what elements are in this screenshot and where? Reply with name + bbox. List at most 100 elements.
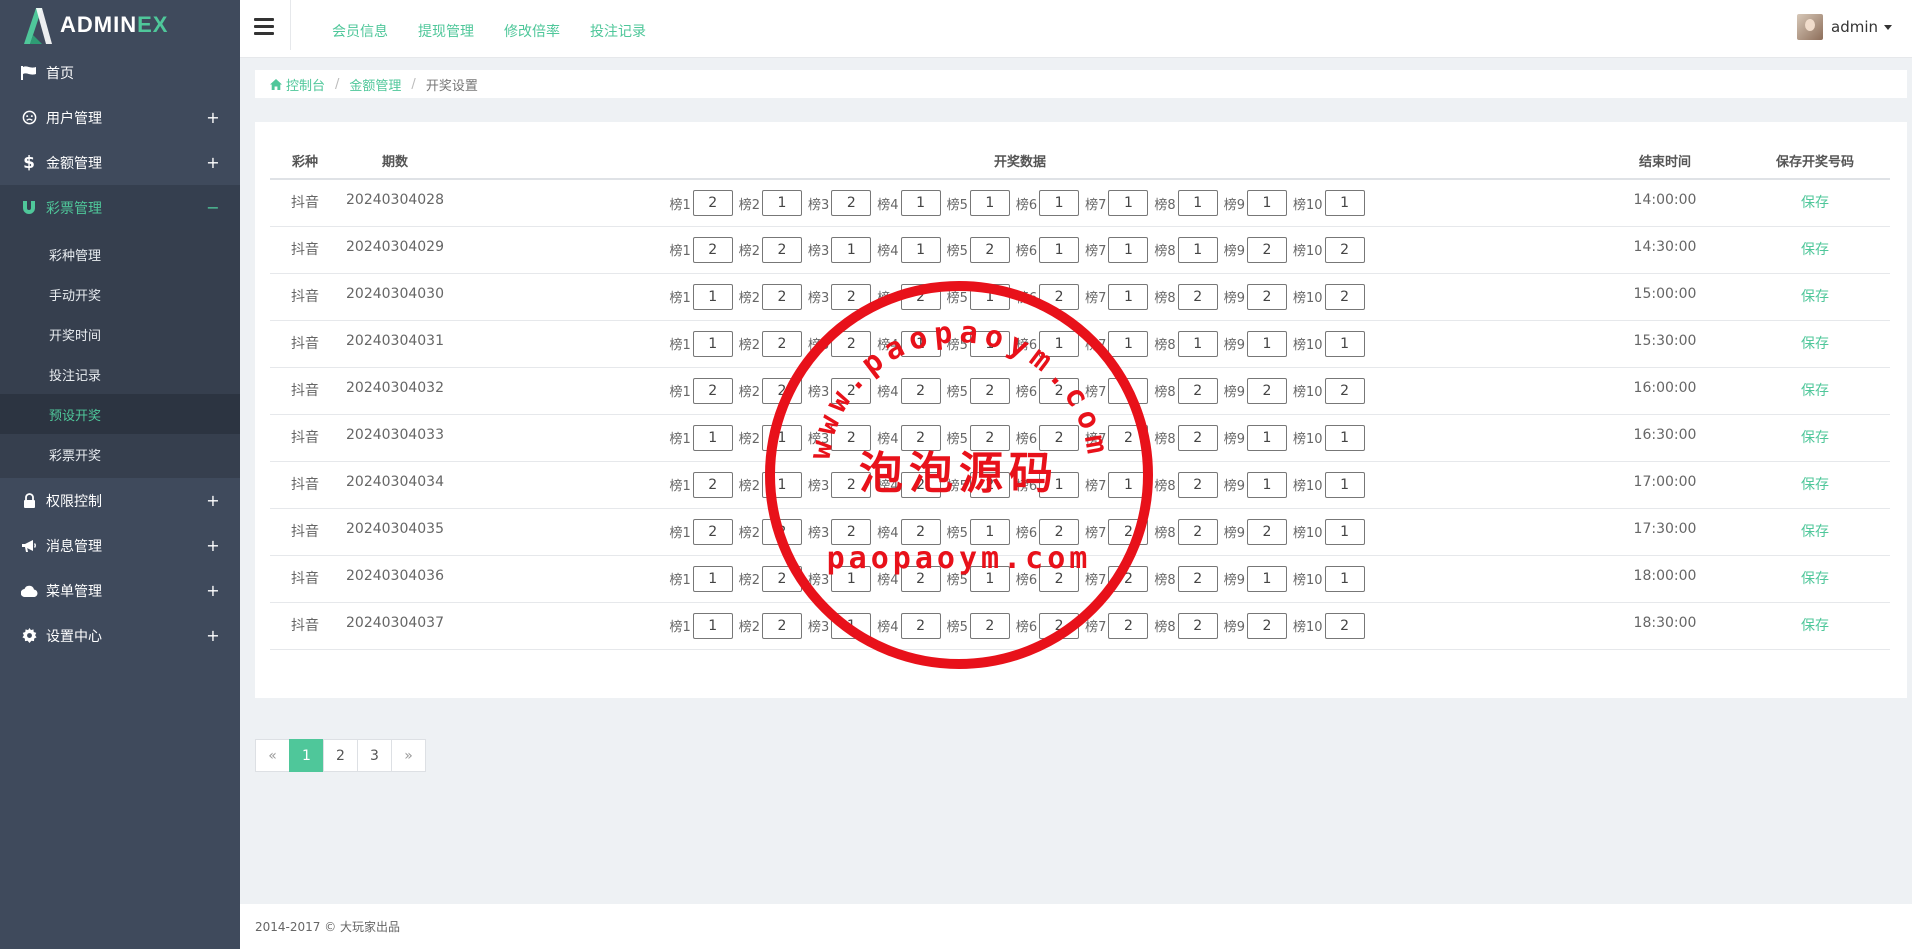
save-button[interactable]: 保存 [1801, 571, 1829, 587]
draw-value-input[interactable]: 2 [831, 424, 872, 451]
draw-value-input[interactable]: 1 [969, 190, 1010, 216]
draw-value-input[interactable]: 2 [1108, 424, 1149, 451]
draw-value-input[interactable]: 1 [1039, 236, 1080, 263]
draw-value-input[interactable]: 2 [1177, 471, 1218, 498]
save-button[interactable]: 保存 [1801, 242, 1829, 258]
save-button[interactable]: 保存 [1801, 618, 1829, 634]
draw-value-input[interactable]: 1 [692, 330, 733, 357]
submenu-lottery-draw[interactable]: 彩票开奖 [0, 434, 240, 474]
draw-value-input[interactable]: 1 [969, 518, 1010, 545]
draw-value-input[interactable]: 1 [1324, 424, 1365, 451]
draw-value-input[interactable]: 2 [1039, 377, 1080, 404]
draw-value-input[interactable]: 2 [1177, 283, 1218, 310]
save-button[interactable]: 保存 [1801, 524, 1829, 540]
draw-value-input[interactable]: 1 [1246, 424, 1287, 451]
draw-value-input[interactable]: 2 [1177, 518, 1218, 545]
sidebar-item-permissions[interactable]: 权限控制 + [0, 478, 240, 523]
top-link-bet-records[interactable]: 投注记录 [590, 21, 646, 41]
user-menu[interactable]: admin [1797, 14, 1892, 40]
brand-logo[interactable]: ADMINEX [0, 0, 240, 50]
sidebar-item-home[interactable]: 首页 [0, 50, 240, 95]
draw-value-input[interactable]: 2 [762, 377, 803, 404]
draw-value-input[interactable]: 2 [1246, 283, 1287, 310]
draw-value-input[interactable]: 1 [692, 283, 733, 310]
draw-value-input[interactable]: 2 [1039, 612, 1080, 639]
draw-value-input[interactable]: 1 [1039, 190, 1080, 216]
draw-value-input[interactable]: 1 [1177, 330, 1218, 357]
draw-value-input[interactable]: 2 [831, 283, 872, 310]
draw-value-input[interactable]: 2 [1108, 565, 1149, 592]
draw-value-input[interactable]: 2 [1246, 377, 1287, 404]
draw-value-input[interactable]: 2 [1246, 612, 1287, 639]
draw-value-input[interactable]: 2 [1324, 377, 1365, 404]
save-button[interactable]: 保存 [1801, 336, 1829, 352]
draw-value-input[interactable]: 2 [692, 471, 733, 498]
top-link-withdrawals[interactable]: 提现管理 [418, 21, 474, 41]
draw-value-input[interactable]: 2 [762, 565, 803, 592]
submenu-bet-records[interactable]: 投注记录 [0, 354, 240, 394]
draw-value-input[interactable]: 1 [1324, 330, 1365, 357]
draw-value-input[interactable]: 2 [969, 236, 1010, 263]
sidebar-item-finance[interactable]: $ 金额管理 + [0, 140, 240, 185]
draw-value-input[interactable]: 2 [762, 612, 803, 639]
draw-value-input[interactable]: 2 [762, 236, 803, 263]
draw-value-input[interactable]: 2 [831, 330, 872, 357]
draw-value-input[interactable]: 1 [1108, 283, 1149, 310]
draw-value-input[interactable]: 2 [1177, 612, 1218, 639]
draw-value-input[interactable]: 1 [1246, 330, 1287, 357]
draw-value-input[interactable]: 1 [1108, 330, 1149, 357]
submenu-draw-time[interactable]: 开奖时间 [0, 314, 240, 354]
draw-value-input[interactable]: 2 [900, 424, 941, 451]
draw-value-input[interactable]: 2 [969, 424, 1010, 451]
draw-value-input[interactable]: 2 [1246, 518, 1287, 545]
breadcrumb-home[interactable]: 控制台 [286, 75, 325, 94]
draw-value-input[interactable]: 1 [1177, 190, 1218, 216]
pagination-prev[interactable]: « [255, 739, 290, 772]
draw-value-input[interactable]: 1 [1324, 518, 1365, 545]
pagination-page[interactable]: 3 [357, 739, 392, 772]
draw-value-input[interactable]: 2 [692, 236, 733, 263]
draw-value-input[interactable]: 2 [1324, 236, 1365, 263]
draw-value-input[interactable]: 1 [969, 565, 1010, 592]
draw-value-input[interactable]: 2 [1177, 565, 1218, 592]
draw-value-input[interactable]: 2 [762, 283, 803, 310]
draw-value-input[interactable]: 2 [900, 283, 941, 310]
draw-value-input[interactable]: 2 [969, 471, 1010, 498]
draw-value-input[interactable]: 1 [692, 424, 733, 451]
draw-value-input[interactable]: 1 [831, 236, 872, 263]
sidebar-item-users[interactable]: 用户管理 + [0, 95, 240, 140]
draw-value-input[interactable]: 2 [1177, 377, 1218, 404]
draw-value-input[interactable]: 2 [692, 377, 733, 404]
draw-value-input[interactable]: 2 [1177, 424, 1218, 451]
draw-value-input[interactable]: 2 [831, 377, 872, 404]
draw-value-input[interactable]: 2 [900, 518, 941, 545]
save-button[interactable]: 保存 [1801, 477, 1829, 493]
draw-value-input[interactable]: 2 [1108, 612, 1149, 639]
draw-value-input[interactable]: 2 [969, 377, 1010, 404]
draw-value-input[interactable]: 1 [831, 612, 872, 639]
draw-value-input[interactable]: 1 [1324, 471, 1365, 498]
draw-value-input[interactable]: 1 [1246, 471, 1287, 498]
draw-value-input[interactable]: 1 [1324, 190, 1365, 216]
draw-value-input[interactable]: 2 [900, 471, 941, 498]
draw-value-input[interactable]: 2 [900, 377, 941, 404]
draw-value-input[interactable]: 2 [762, 330, 803, 357]
draw-value-input[interactable]: 1 [1108, 377, 1149, 404]
draw-value-input[interactable]: 1 [969, 283, 1010, 310]
draw-value-input[interactable]: 2 [1324, 283, 1365, 310]
submenu-manual-draw[interactable]: 手动开奖 [0, 274, 240, 314]
draw-value-input[interactable]: 1 [1039, 330, 1080, 357]
top-link-member-info[interactable]: 会员信息 [332, 21, 388, 41]
draw-value-input[interactable]: 1 [692, 612, 733, 639]
draw-value-input[interactable]: 1 [1177, 236, 1218, 263]
draw-value-input[interactable]: 1 [831, 565, 872, 592]
draw-value-input[interactable]: 2 [1039, 518, 1080, 545]
draw-value-input[interactable]: 1 [1108, 471, 1149, 498]
draw-value-input[interactable]: 1 [900, 236, 941, 263]
draw-value-input[interactable]: 2 [900, 565, 941, 592]
draw-value-input[interactable]: 1 [762, 424, 803, 451]
save-button[interactable]: 保存 [1801, 430, 1829, 446]
draw-value-input[interactable]: 1 [1246, 190, 1287, 216]
submenu-lottery-types[interactable]: 彩种管理 [0, 234, 240, 274]
draw-value-input[interactable]: 2 [1039, 565, 1080, 592]
